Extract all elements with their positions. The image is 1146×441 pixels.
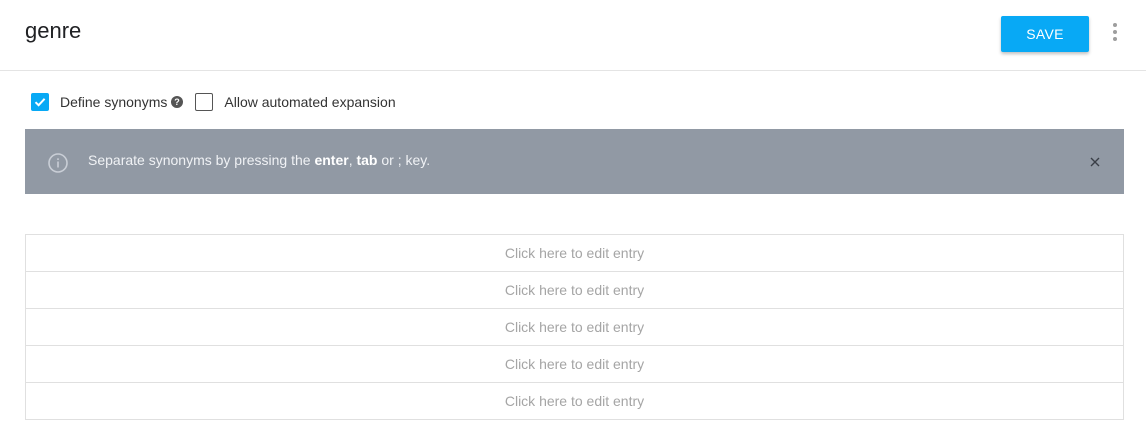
dot bbox=[1113, 37, 1117, 41]
question-circle-icon[interactable]: ? bbox=[171, 96, 184, 108]
key-tab: tab bbox=[356, 152, 378, 168]
entry-row[interactable]: Click here to edit entry bbox=[26, 383, 1123, 419]
entries-list: Click here to edit entry Click here to e… bbox=[25, 234, 1124, 420]
banner-text: Separate synonyms by pressing the bbox=[88, 152, 315, 168]
entry-row[interactable]: Click here to edit entry bbox=[26, 272, 1123, 309]
define-synonyms-label[interactable]: Define synonyms bbox=[60, 94, 167, 110]
more-vert-icon[interactable] bbox=[1106, 20, 1124, 44]
save-button[interactable]: SAVE bbox=[1001, 16, 1089, 52]
dot bbox=[1113, 23, 1117, 27]
key-enter: enter bbox=[314, 152, 349, 168]
dot bbox=[1113, 30, 1117, 34]
entity-options: Define synonyms ? Allow automated expans… bbox=[31, 91, 396, 113]
page-header: genre SAVE bbox=[0, 0, 1146, 71]
entry-row[interactable]: Click here to edit entry bbox=[26, 346, 1123, 383]
entry-row[interactable]: Click here to edit entry bbox=[26, 235, 1123, 272]
close-icon[interactable] bbox=[1087, 154, 1103, 170]
banner-message: Separate synonyms by pressing the enter,… bbox=[88, 152, 430, 168]
entry-row[interactable]: Click here to edit entry bbox=[26, 309, 1123, 346]
svg-text:?: ? bbox=[175, 97, 181, 107]
automated-expansion-label[interactable]: Allow automated expansion bbox=[224, 94, 395, 110]
automated-expansion-checkbox[interactable] bbox=[195, 93, 214, 111]
check-icon bbox=[34, 98, 46, 107]
banner-text-end: or ; key. bbox=[377, 152, 431, 168]
entity-title: genre bbox=[25, 18, 82, 43]
info-icon bbox=[48, 153, 68, 173]
info-banner: Separate synonyms by pressing the enter,… bbox=[25, 129, 1124, 194]
define-synonyms-checkbox[interactable] bbox=[31, 93, 49, 111]
